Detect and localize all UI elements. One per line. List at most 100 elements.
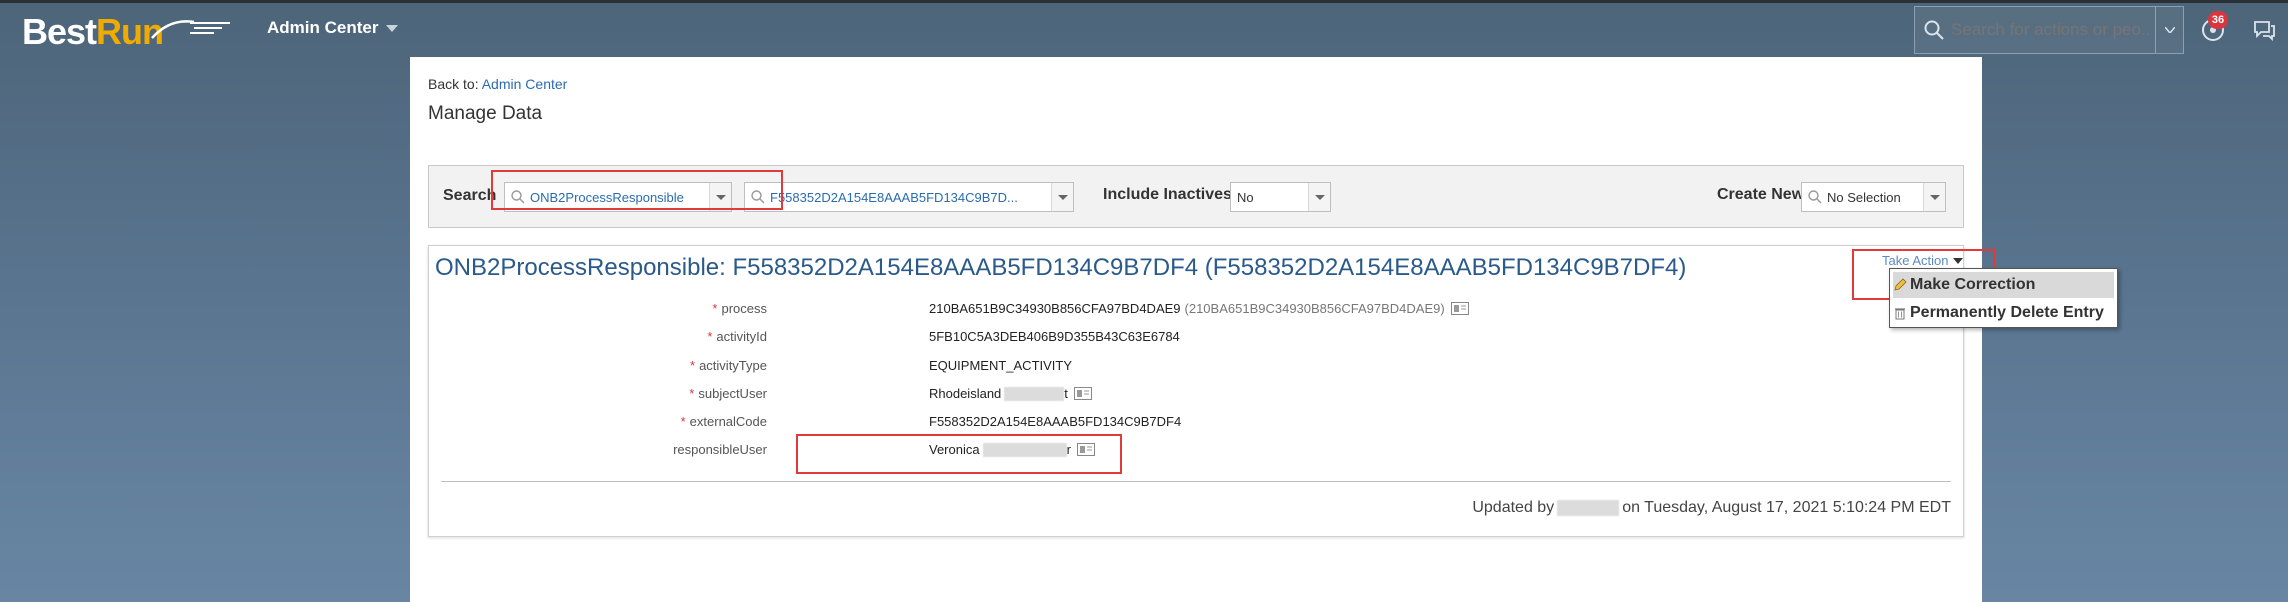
object-id-dropdown-button[interactable]	[1051, 183, 1073, 211]
redacted-text	[982, 442, 1067, 457]
field-value: Rhodeisland t	[929, 386, 1092, 401]
search-icon	[1808, 190, 1822, 204]
updated-info: Updated by on Tuesday, August 17, 2021 5…	[1472, 499, 1951, 517]
global-search-input[interactable]	[1951, 20, 2151, 40]
search-scope-dropdown[interactable]	[2155, 6, 2184, 54]
chevron-down-icon	[1929, 194, 1940, 200]
chevron-down-icon	[715, 194, 726, 200]
notification-count-badge: 36	[2208, 11, 2228, 29]
field-label: * subjectUser	[689, 386, 767, 401]
field-row-activityid: * activityId 5FB10C5A3DEB406B9D355B43C63E…	[429, 327, 1529, 347]
field-label-text: externalCode	[689, 414, 767, 429]
search-bar: Search ONB2ProcessResponsible F558352D2A…	[428, 165, 1964, 228]
search-label: Search	[443, 187, 497, 204]
updated-prefix: Updated by	[1472, 499, 1555, 516]
field-label: responsibleUser	[669, 442, 767, 457]
create-new-dropdown-button[interactable]	[1923, 183, 1945, 211]
back-to-admin-center-link[interactable]: Admin Center	[482, 76, 568, 92]
field-label-text: activityId	[716, 329, 767, 344]
search-icon	[751, 190, 765, 204]
field-row-responsibleuser: responsibleUser Veronica r	[429, 440, 1529, 460]
externalcode-value: F558352D2A154E8AAAB5FD134C9B7DF4	[929, 414, 1182, 429]
object-type-combobox[interactable]: ONB2ProcessResponsible	[504, 182, 732, 212]
search-icon	[511, 190, 525, 204]
field-label-text: process	[721, 301, 767, 316]
quickcard-icon[interactable]	[1073, 387, 1092, 400]
process-extra: (210BA651B9C34930B856CFA97BD4DAE9)	[1184, 301, 1445, 316]
record-title: ONB2ProcessResponsible: F558352D2A154E8A…	[435, 254, 1687, 281]
field-value: Veronica r	[929, 442, 1095, 457]
subjectuser-value: Rhodeisland	[929, 386, 1002, 401]
feedback-icon[interactable]	[2252, 18, 2276, 42]
search-icon	[1924, 20, 1944, 40]
chevron-down-icon	[1057, 194, 1068, 200]
delete-entry-menu-item[interactable]: Permanently Delete Entry	[1893, 300, 2104, 326]
take-action-button[interactable]: Take Action	[1882, 253, 1963, 268]
breadcrumb: Back to: Admin Center	[428, 76, 567, 92]
top-border	[0, 0, 2288, 3]
main-panel: Back to: Admin Center Manage Data Search…	[410, 57, 2118, 602]
required-marker: *	[690, 358, 696, 373]
field-label: * activityType	[690, 358, 767, 373]
create-new-select[interactable]: No Selection	[1801, 182, 1946, 212]
create-new-value: No Selection	[1827, 189, 1901, 205]
required-marker: *	[689, 386, 695, 401]
chevron-down-icon	[386, 24, 399, 32]
make-correction-menu-item[interactable]: Make Correction	[1893, 272, 2114, 298]
field-label-text: subjectUser	[698, 386, 767, 401]
chevron-down-icon	[2165, 27, 2175, 33]
field-value: 210BA651B9C34930B856CFA97BD4DAE9 (210BA6…	[929, 301, 1469, 316]
field-label: * process	[712, 301, 767, 316]
subjectuser-suffix: t	[1064, 386, 1068, 401]
updated-suffix: on Tuesday, August 17, 2021 5:10:24 PM E…	[1622, 499, 1951, 516]
logo-best-text: Best	[22, 11, 97, 52]
object-type-dropdown-button[interactable]	[709, 183, 731, 211]
field-row-activitytype: * activityType EQUIPMENT_ACTIVITY	[429, 356, 1529, 376]
responsibleuser-value: Veronica	[929, 442, 980, 457]
bestrun-logo[interactable]: Best Run	[22, 10, 230, 54]
include-inactives-value: No	[1237, 189, 1254, 205]
activitytype-value: EQUIPMENT_ACTIVITY	[929, 358, 1073, 373]
field-label: * externalCode	[681, 414, 767, 429]
pencil-icon	[1894, 278, 1907, 291]
field-row-externalcode: * externalCode F558352D2A154E8AAAB5FD134C…	[429, 412, 1529, 432]
required-marker: *	[707, 329, 713, 344]
back-prefix: Back to:	[428, 76, 479, 92]
delete-entry-label: Permanently Delete Entry	[1910, 304, 2104, 321]
field-label-text: responsibleUser	[673, 442, 767, 457]
required-marker: *	[680, 414, 686, 429]
page-title: Manage Data	[428, 103, 543, 124]
field-label-text: activityType	[699, 358, 767, 373]
include-inactives-select[interactable]: No	[1230, 182, 1331, 212]
process-value: 210BA651B9C34930B856CFA97BD4DAE9	[929, 301, 1181, 316]
divider	[441, 481, 1951, 482]
quickcard-icon[interactable]	[1450, 302, 1469, 315]
field-value: F558352D2A154E8AAAB5FD134C9B7DF4	[929, 414, 1181, 429]
field-value: EQUIPMENT_ACTIVITY	[929, 358, 1072, 373]
make-correction-label: Make Correction	[1910, 276, 2036, 293]
include-inactives-label: Include Inactives:	[1103, 186, 1238, 203]
object-id-value: F558352D2A154E8AAAB5FD134C9B7D...	[770, 189, 1018, 205]
field-value: 5FB10C5A3DEB406B9D355B43C63E6784	[929, 329, 1180, 344]
chevron-down-icon	[1952, 257, 1963, 264]
module-label: Admin Center	[267, 18, 379, 37]
logo-swoosh-icon	[151, 20, 230, 39]
quickcard-icon[interactable]	[1076, 443, 1095, 456]
required-marker: *	[712, 301, 718, 316]
global-search-box[interactable]	[1914, 6, 2184, 54]
activityid-value: 5FB10C5A3DEB406B9D355B43C63E6784	[929, 329, 1180, 344]
object-id-combobox[interactable]: F558352D2A154E8AAAB5FD134C9B7D...	[744, 182, 1074, 212]
record-panel: ONB2ProcessResponsible: F558352D2A154E8A…	[428, 245, 2118, 537]
field-row-process: * process 210BA651B9C34930B856CFA97BD4DAE…	[429, 299, 1529, 319]
chevron-down-icon	[1314, 194, 1325, 200]
take-action-label: Take Action	[1882, 253, 1949, 268]
trash-icon	[1895, 308, 1905, 320]
field-row-subjectuser: * subjectUser Rhodeisland t	[429, 384, 1529, 404]
module-switcher[interactable]: Admin Center	[267, 18, 399, 38]
take-action-menu: Make Correction Permanently Delete Entry	[1889, 268, 2118, 328]
responsibleuser-suffix: r	[1066, 442, 1071, 457]
create-new-label: Create New	[1717, 186, 1805, 203]
field-label: * activityId	[707, 329, 767, 344]
include-inactives-dropdown-button[interactable]	[1308, 183, 1330, 211]
redacted-text	[1004, 386, 1065, 401]
